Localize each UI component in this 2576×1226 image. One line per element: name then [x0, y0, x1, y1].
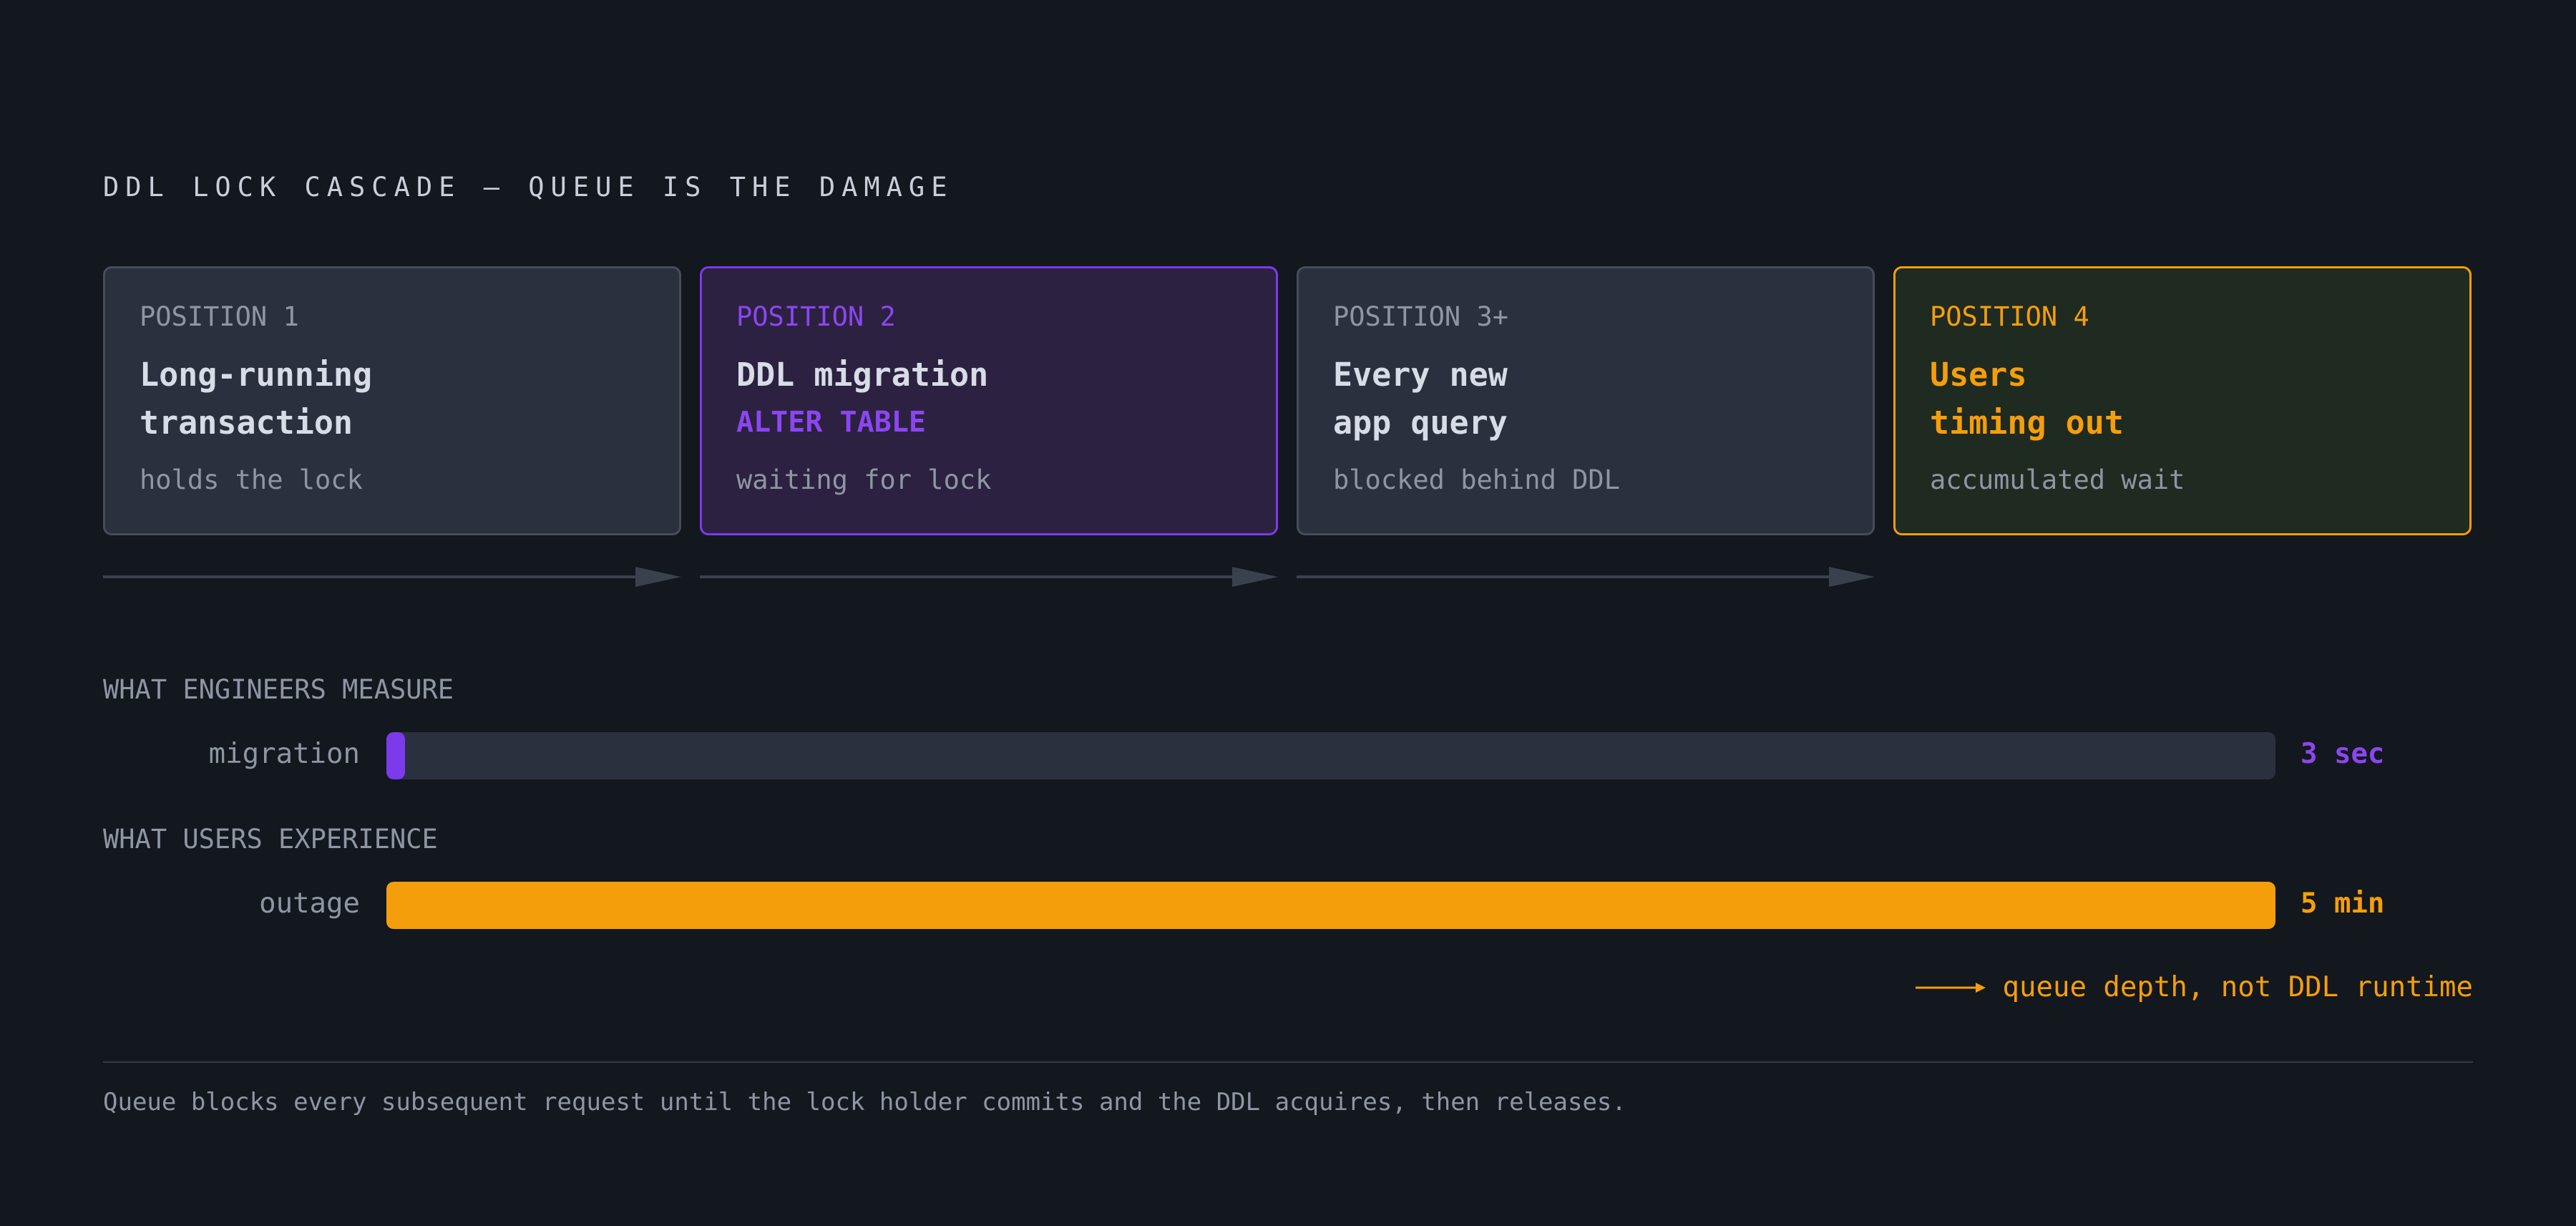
bar-track-outage [386, 882, 2275, 929]
diagram-canvas: DDL LOCK CASCADE — QUEUE IS THE DAMAGE P… [0, 0, 2576, 1226]
flow-arrow [103, 567, 681, 587]
queue-depth-callout: queue depth, not DDL runtime [1915, 971, 2473, 1003]
arrow-right-icon [1915, 982, 1986, 993]
footnote: Queue blocks every subsequent request un… [103, 1088, 1626, 1116]
section-label-measure: WHAT ENGINEERS MEASURE [103, 674, 454, 705]
divider [103, 1061, 2473, 1063]
flow-arrow [1297, 567, 1875, 587]
bar-fill-migration [386, 732, 405, 779]
section-label-experience: WHAT USERS EXPERIENCE [103, 824, 438, 855]
callout-text: queue depth, not DDL runtime [2002, 971, 2473, 1003]
flow-arrows [103, 567, 1875, 587]
bar-track-migration [386, 732, 2275, 779]
bar-label-outage: outage [259, 887, 360, 920]
bar-label-migration: migration [208, 738, 360, 770]
flow-arrow [700, 567, 1278, 587]
bar-value-migration: 3 sec [2301, 738, 2385, 770]
bar-fill-outage [386, 882, 2275, 929]
bar-value-outage: 5 min [2301, 887, 2385, 920]
